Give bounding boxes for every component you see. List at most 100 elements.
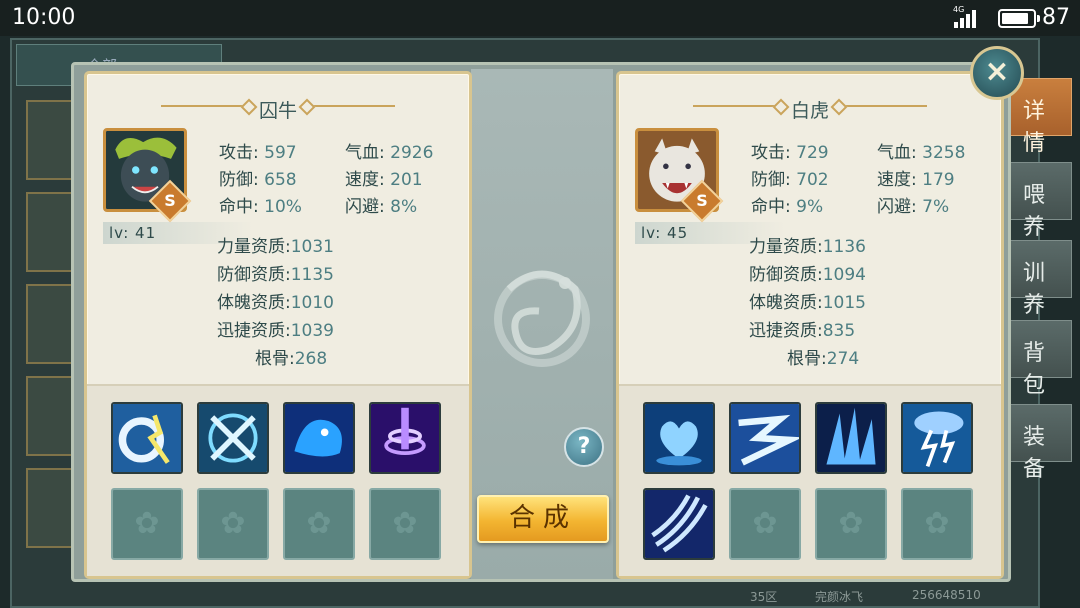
empty-skill-slot[interactable]: [369, 488, 441, 560]
stat-dodge: 闪避: 7%: [877, 192, 949, 217]
right-pet-grade: S: [696, 191, 708, 210]
right-skill-grid: [619, 384, 1001, 576]
stat-label: 迅捷资质:: [217, 321, 291, 341]
left-pet-grade: S: [164, 191, 176, 210]
stat-dodge: 闪避: 8%: [345, 192, 417, 217]
claw-slash-skill-icon[interactable]: [643, 488, 715, 560]
stat-defense: 防御: 658: [219, 165, 297, 190]
right-pet-name: 白虎: [790, 100, 829, 122]
battery-percent: 87: [1042, 5, 1070, 30]
battery-icon: [998, 9, 1040, 28]
stat-label: 速度:: [877, 170, 917, 190]
empty-skill-slot[interactable]: [283, 488, 355, 560]
player-id: 256648510: [912, 588, 981, 602]
empty-skill-slot[interactable]: [901, 488, 973, 560]
stat-hp: 气血: 2926: [345, 138, 433, 163]
stat-label: 命中:: [219, 197, 259, 217]
stat-value: 7%: [922, 197, 950, 217]
empty-skill-slot[interactable]: [111, 488, 183, 560]
stat-attack: 攻击: 597: [219, 138, 297, 163]
stat-strength-aptitude: 力量资质:1031: [217, 232, 334, 257]
stat-value: 179: [922, 170, 955, 190]
stat-label: 力量资质:: [217, 237, 291, 257]
status-time: 10:00: [12, 5, 76, 30]
stat-label: 速度:: [345, 170, 385, 190]
stat-label: 攻击:: [751, 143, 791, 163]
stat-speed: 速度: 201: [345, 165, 423, 190]
stat-label: 命中:: [751, 197, 791, 217]
ice-spikes-skill-icon[interactable]: [815, 402, 887, 474]
stat-value: 597: [264, 143, 297, 163]
stat-defense-aptitude: 防御资质:1135: [217, 260, 334, 285]
stat-label: 根骨:: [787, 349, 827, 369]
stat-value: 1136: [822, 237, 866, 257]
stat-value: 1135: [290, 265, 334, 285]
title-ornament: [837, 105, 927, 107]
title-ornament: [305, 105, 395, 107]
stat-label: 气血:: [345, 143, 385, 163]
thunder-storm-skill-icon[interactable]: [901, 402, 973, 474]
stat-value: 201: [390, 170, 423, 190]
stat-hit: 命中: 9%: [751, 192, 823, 217]
stat-label: 体魄资质:: [217, 293, 291, 313]
network-type: 4G: [953, 5, 965, 14]
stat-value: 8%: [390, 197, 418, 217]
stat-label: 闪避:: [345, 197, 385, 217]
moon-strike-skill-icon[interactable]: [111, 402, 183, 474]
pet-synthesis-dialog: 囚牛 S lv: 41 攻击: 597 气血: 2926 防御: 658 速度:…: [71, 62, 1011, 582]
empty-skill-slot[interactable]: [197, 488, 269, 560]
stat-value: 1031: [290, 237, 334, 257]
stat-strength-aptitude: 力量资质:1136: [749, 232, 866, 257]
stat-agility-aptitude: 迅捷资质:835: [749, 316, 855, 341]
stat-label: 防御:: [751, 170, 791, 190]
stat-value: 1039: [290, 321, 334, 341]
stat-label: 防御资质:: [749, 265, 823, 285]
stat-bone: 根骨:274: [787, 344, 859, 369]
stat-bone: 根骨:268: [255, 344, 327, 369]
purple-vortex-skill-icon[interactable]: [369, 402, 441, 474]
empty-skill-slot[interactable]: [729, 488, 801, 560]
stat-physique-aptitude: 体魄资质:1010: [217, 288, 334, 313]
stat-label: 力量资质:: [749, 237, 823, 257]
server-name: 35区: [750, 590, 778, 604]
stat-value: 729: [796, 143, 829, 163]
status-bar: 10:00 4G 87: [0, 0, 1080, 36]
left-skill-grid: [87, 384, 469, 576]
left-pet-panel: 囚牛 S lv: 41 攻击: 597 气血: 2926 防御: 658 速度:…: [84, 71, 472, 579]
stat-physique-aptitude: 体魄资质:1015: [749, 288, 866, 313]
stat-value: 1015: [822, 293, 866, 313]
stat-value: 274: [826, 349, 860, 369]
stat-label: 迅捷资质:: [749, 321, 823, 341]
stat-hit: 命中: 10%: [219, 192, 302, 217]
stat-value: 268: [294, 349, 328, 369]
stat-value: 9%: [796, 197, 824, 217]
blue-beast-skill-icon[interactable]: [283, 402, 355, 474]
stat-label: 根骨:: [255, 349, 295, 369]
stat-label: 闪避:: [877, 197, 917, 217]
help-button[interactable]: ?: [564, 427, 604, 467]
right-pet-panel: 白虎 S lv: 45 攻击: 729 气血: 3258 防御: 702 速度:…: [616, 71, 1004, 579]
stat-speed: 速度: 179: [877, 165, 955, 190]
empty-skill-slot[interactable]: [815, 488, 887, 560]
stat-value: 658: [264, 170, 297, 190]
left-pet-name: 囚牛: [258, 100, 297, 122]
stat-attack: 攻击: 729: [751, 138, 829, 163]
lightning-arrow-skill-icon[interactable]: [729, 402, 801, 474]
stat-value: 2926: [390, 143, 434, 163]
compose-button[interactable]: 合成: [477, 495, 609, 543]
stat-defense: 防御: 702: [751, 165, 829, 190]
stat-value: 3258: [922, 143, 966, 163]
stat-value: 1094: [822, 265, 866, 285]
stat-value: 1010: [290, 293, 334, 313]
stat-defense-aptitude: 防御资质:1094: [749, 260, 866, 285]
signal-icon: 4G: [950, 5, 984, 30]
stat-label: 攻击:: [219, 143, 259, 163]
stat-hp: 气血: 3258: [877, 138, 965, 163]
stat-value: 702: [796, 170, 829, 190]
stat-agility-aptitude: 迅捷资质:1039: [217, 316, 334, 341]
stat-label: 体魄资质:: [749, 293, 823, 313]
close-button[interactable]: ×: [970, 46, 1024, 100]
crossed-blades-skill-icon[interactable]: [197, 402, 269, 474]
stat-value: 10%: [264, 197, 302, 217]
water-heart-skill-icon[interactable]: [643, 402, 715, 474]
